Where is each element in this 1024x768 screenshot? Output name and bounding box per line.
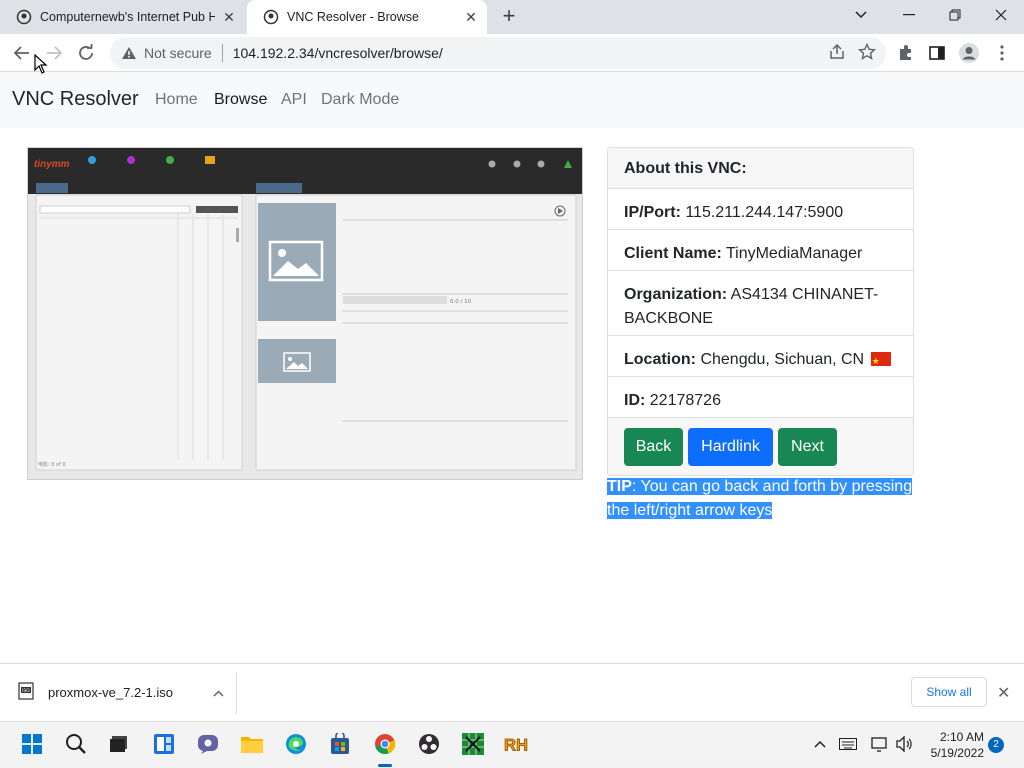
tinymm-logo: tinymm [34, 159, 70, 170]
ip-port-label: IP/Port: [624, 204, 681, 221]
id-value: 22178726 [649, 392, 721, 409]
extensions-puzzle-icon[interactable] [893, 40, 919, 66]
vnc-screenshot-image: tinymm 电影: 0 of 0 0.0 / 10 [28, 148, 582, 479]
nav-link-browse[interactable]: Browse [214, 91, 267, 109]
menu-kebab-icon[interactable] [989, 40, 1015, 66]
status-bar-text: 电影: 0 of 0 [38, 461, 66, 468]
download-file-name: proxmox-ve_7.2-1.iso [48, 685, 173, 700]
keyboard-icon[interactable] [836, 732, 860, 756]
site-brand[interactable]: VNC Resolver [12, 88, 139, 111]
clock-date: 5/19/2022 [930, 746, 984, 760]
svg-text:ISO: ISO [22, 688, 30, 694]
close-window-icon[interactable] [978, 0, 1024, 30]
location-item: Location: Chengdu, Sichuan, CN [608, 336, 913, 377]
location-label: Location: [624, 351, 696, 368]
mouse-cursor-icon [34, 53, 48, 79]
clock-time: 2:10 AM [939, 730, 984, 744]
active-app-indicator [378, 764, 392, 767]
client-name-value: TinyMediaManager [725, 245, 863, 262]
card-footer: Back Hardlink Next [608, 418, 913, 475]
nav-link-dark-mode[interactable]: Dark Mode [321, 91, 399, 109]
nav-link-api[interactable]: API [281, 91, 307, 109]
tab-vnc-resolver[interactable]: VNC Resolver - Browse ✕ [247, 0, 487, 34]
warning-icon[interactable] [120, 46, 138, 60]
organization-item: Organization: AS4134 CHINANET-BACKBONE [608, 271, 913, 336]
volume-icon[interactable] [892, 732, 916, 756]
vnc-screenshot: tinymm 电影: 0 of 0 0.0 / 10 [27, 147, 583, 480]
vnc-info-card: About this VNC: IP/Port: 115.211.244.147… [607, 147, 914, 476]
tip-label: TIP [607, 478, 632, 495]
id-item: ID: 22178726 [608, 377, 913, 418]
address-bar[interactable]: Not secure 104.192.2.34/vncresolver/brow… [110, 37, 886, 69]
card-header: About this VNC: [608, 148, 913, 189]
edge-browser-icon[interactable] [284, 732, 308, 756]
site-favicon-icon [16, 9, 32, 25]
tab-search-chevron-icon[interactable] [838, 0, 884, 30]
url-text[interactable]: 104.192.2.34/vncresolver/browse/ [233, 45, 443, 61]
chevron-up-icon[interactable] [213, 685, 224, 700]
rh-app-icon[interactable]: RH [504, 732, 528, 756]
tip-message: : You can go back and forth by pressing … [607, 478, 913, 519]
spreadsheet-app-icon[interactable] [461, 732, 485, 756]
id-label: ID: [624, 392, 646, 409]
obs-icon[interactable] [417, 732, 441, 756]
windows-taskbar: RH 2:10 AM 5/19/2022 2 [0, 721, 1024, 768]
network-icon[interactable] [868, 732, 892, 756]
tab-title: VNC Resolver - Browse [287, 10, 419, 24]
china-flag-icon [870, 349, 891, 373]
reload-icon[interactable] [73, 40, 99, 66]
tab-internet-pub[interactable]: Computernewb's Internet Pub H ✕ [0, 0, 245, 34]
chrome-icon[interactable] [373, 732, 397, 756]
back-arrow-icon[interactable] [9, 40, 35, 66]
site-navbar: VNC Resolver Home Browse API Dark Mode [0, 72, 1024, 128]
search-icon[interactable] [64, 732, 88, 756]
tab-strip: Computernewb's Internet Pub H ✕ VNC Reso… [0, 0, 1024, 34]
nav-link-home[interactable]: Home [155, 91, 198, 109]
organization-label: Organization: [624, 286, 728, 303]
side-panel-icon[interactable] [924, 40, 950, 66]
divider [236, 672, 237, 714]
tip-text: TIP: You can go back and forth by pressi… [607, 475, 914, 523]
show-all-button[interactable]: Show all [911, 677, 987, 707]
security-label: Not secure [144, 45, 212, 61]
hardlink-button[interactable]: Hardlink [688, 428, 773, 466]
location-value: Chengdu, Sichuan, CN [700, 351, 865, 368]
widgets-icon[interactable] [152, 732, 176, 756]
download-item[interactable]: ISO proxmox-ve_7.2-1.iso [18, 682, 224, 703]
task-view-icon[interactable] [107, 732, 131, 756]
svg-text:RH: RH [504, 735, 528, 754]
notification-badge[interactable]: 2 [988, 737, 1004, 753]
microsoft-store-icon[interactable] [328, 732, 352, 756]
iso-file-icon: ISO [18, 682, 34, 703]
next-button[interactable]: Next [778, 428, 837, 466]
browser-toolbar: Not secure 104.192.2.34/vncresolver/brow… [0, 34, 1024, 72]
site-favicon-icon [263, 9, 279, 25]
restore-icon[interactable] [932, 0, 978, 30]
share-icon[interactable] [828, 43, 846, 64]
divider [221, 44, 223, 62]
download-bar: ISO proxmox-ve_7.2-1.iso Show all ✕ [0, 663, 1024, 721]
system-clock[interactable]: 2:10 AM 5/19/2022 [924, 729, 984, 761]
minimize-icon[interactable] [886, 0, 932, 30]
new-tab-icon[interactable]: + [498, 5, 520, 28]
client-name-label: Client Name: [624, 245, 722, 262]
back-button[interactable]: Back [624, 428, 683, 466]
windows-start-icon[interactable] [20, 732, 44, 756]
client-name-item: Client Name: TinyMediaManager [608, 230, 913, 271]
close-tab-icon[interactable]: ✕ [221, 9, 237, 25]
tab-title: Computernewb's Internet Pub H [40, 10, 215, 24]
profile-avatar-icon[interactable] [956, 40, 982, 66]
file-explorer-icon[interactable] [240, 732, 264, 756]
close-tab-icon[interactable]: ✕ [463, 9, 479, 25]
ip-port-value: 115.211.244.147:5900 [685, 204, 844, 221]
ip-port-item: IP/Port: 115.211.244.147:5900 [608, 189, 913, 230]
teams-chat-icon[interactable] [196, 732, 220, 756]
rating-text: 0.0 / 10 [450, 299, 472, 305]
chevron-up-icon[interactable] [808, 732, 832, 756]
close-download-bar-icon[interactable]: ✕ [997, 683, 1010, 703]
bookmark-star-icon[interactable] [857, 42, 877, 64]
